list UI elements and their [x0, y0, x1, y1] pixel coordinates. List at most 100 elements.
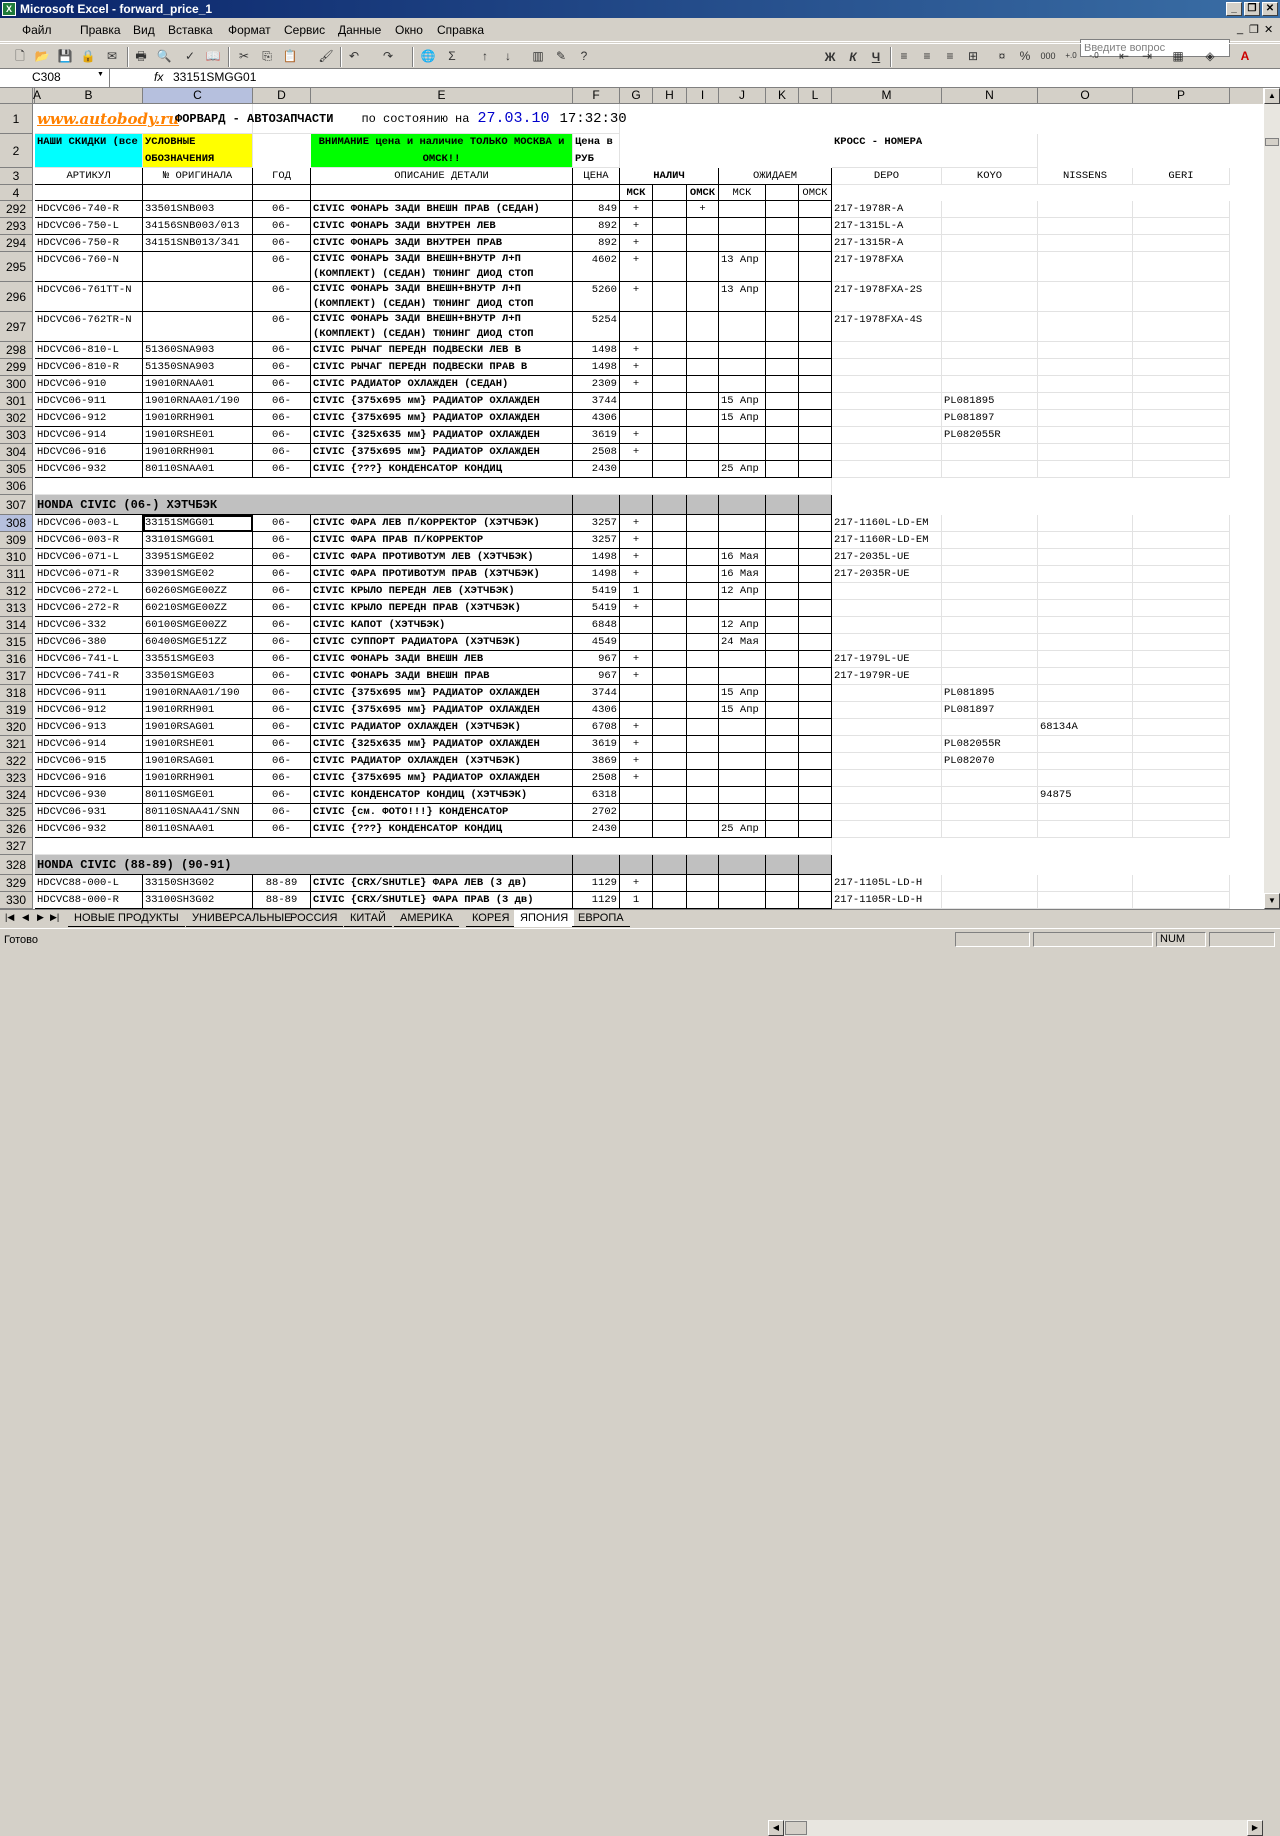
geri-cell[interactable]	[1133, 427, 1230, 444]
worksheet-grid[interactable]: ABCDEFGHIJKLMNOP 1 2 3 4 292 293 294 295 296 297 2…	[0, 88, 1263, 909]
row-header[interactable]: 305	[0, 461, 33, 478]
koyo-cell[interactable]	[942, 600, 1038, 617]
cell[interactable]	[766, 617, 799, 634]
price-cell[interactable]: 5260	[573, 282, 620, 312]
article-cell[interactable]: HDCVC06-911	[35, 685, 143, 702]
description-cell[interactable]: CIVIC {CRX/SHUTLE} ФАРА ПРАВ (3 дв)	[311, 892, 573, 909]
stock-msk-cell[interactable]: +	[620, 218, 653, 235]
stock-omsk-cell[interactable]	[687, 218, 719, 235]
description-cell[interactable]: CIVIC РАДИАТОР ОХЛАЖДЕН (СЕДАН)	[311, 376, 573, 393]
article-cell[interactable]: HDCVC06-916	[35, 770, 143, 787]
price-cell[interactable]: 892	[573, 218, 620, 235]
merge-center-icon[interactable]: ⊞	[965, 48, 981, 64]
stock-msk-cell[interactable]	[620, 461, 653, 478]
cell[interactable]	[799, 461, 832, 478]
geri-cell[interactable]	[1133, 515, 1230, 532]
column-header-p[interactable]: P	[1133, 88, 1230, 104]
menu-data[interactable]: Данные	[338, 23, 381, 37]
depo-cell[interactable]: 217-1978FXA-4S	[832, 312, 942, 342]
scroll-right-icon[interactable]: ▶	[1247, 1820, 1263, 1836]
koyo-cell[interactable]	[942, 787, 1038, 804]
section-header[interactable]: HONDA CIVIC (88-89) (90-91)	[35, 855, 573, 875]
stock-msk-cell[interactable]: +	[620, 875, 653, 892]
year-cell[interactable]: 06-	[253, 719, 311, 736]
excel-app-icon[interactable]: X	[2, 2, 16, 16]
article-cell[interactable]: HDCVC06-912	[35, 702, 143, 719]
row-header[interactable]: 325	[0, 804, 33, 821]
col-price[interactable]: ЦЕНА	[573, 168, 620, 185]
year-cell[interactable]: 06-	[253, 821, 311, 838]
year-cell[interactable]: 06-	[253, 668, 311, 685]
koyo-cell[interactable]	[942, 583, 1038, 600]
row-header[interactable]: 314	[0, 617, 33, 634]
stock-omsk-cell[interactable]	[687, 342, 719, 359]
stock-cell[interactable]	[653, 875, 687, 892]
cell[interactable]	[766, 201, 799, 218]
geri-cell[interactable]	[1133, 461, 1230, 478]
geri-cell[interactable]	[1133, 804, 1230, 821]
italic-button[interactable]: К	[845, 49, 861, 65]
row-header[interactable]: 300	[0, 376, 33, 393]
koyo-cell[interactable]	[942, 549, 1038, 566]
stock-cell[interactable]	[653, 376, 687, 393]
year-cell[interactable]: 06-	[253, 393, 311, 410]
article-cell[interactable]: HDCVC06-910	[35, 376, 143, 393]
year-cell[interactable]: 06-	[253, 787, 311, 804]
koyo-cell[interactable]	[942, 875, 1038, 892]
col-depo[interactable]: DEPO	[832, 168, 942, 185]
cell[interactable]	[766, 634, 799, 651]
geri-cell[interactable]	[1133, 685, 1230, 702]
nissens-cell[interactable]	[1038, 342, 1133, 359]
cell[interactable]	[35, 838, 832, 855]
stock-msk-cell[interactable]: +	[620, 736, 653, 753]
stock-msk-cell[interactable]: +	[620, 651, 653, 668]
price-cell[interactable]: 3619	[573, 736, 620, 753]
article-cell[interactable]: HDCVC06-760-N	[35, 252, 143, 282]
geri-cell[interactable]	[1133, 312, 1230, 342]
depo-cell[interactable]	[832, 359, 942, 376]
price-cell[interactable]: 4602	[573, 252, 620, 282]
article-cell[interactable]: HDCVC06-740-R	[35, 201, 143, 218]
price-cell[interactable]: 1129	[573, 875, 620, 892]
price-cell[interactable]: 5419	[573, 600, 620, 617]
cell[interactable]	[799, 376, 832, 393]
geri-cell[interactable]	[1133, 736, 1230, 753]
stock-msk-cell[interactable]: +	[620, 427, 653, 444]
description-cell[interactable]: CIVIC СУППОРТ РАДИАТОРА (ХЭТЧБЭК)	[311, 634, 573, 651]
cell[interactable]	[253, 185, 311, 201]
nissens-cell[interactable]	[1038, 736, 1133, 753]
print-icon[interactable]: 🖶	[133, 48, 149, 64]
open-icon[interactable]: 📂	[34, 48, 50, 64]
geri-cell[interactable]	[1133, 444, 1230, 461]
koyo-cell[interactable]: PL082055R	[942, 427, 1038, 444]
article-cell[interactable]: HDCVC06-930	[35, 787, 143, 804]
nissens-cell[interactable]	[1038, 201, 1133, 218]
stock-msk-cell[interactable]: +	[620, 668, 653, 685]
stock-msk-cell[interactable]: +	[620, 719, 653, 736]
decrease-indent-icon[interactable]: ⇤	[1116, 48, 1132, 64]
hyperlink-icon[interactable]: 🌐	[420, 48, 436, 64]
expected-date-cell[interactable]: 25 Апр	[719, 821, 766, 838]
cell[interactable]	[799, 359, 832, 376]
align-center-icon[interactable]: ≡	[919, 48, 935, 64]
depo-cell[interactable]	[832, 753, 942, 770]
nissens-cell[interactable]	[1038, 583, 1133, 600]
stock-cell[interactable]	[653, 461, 687, 478]
stock-msk-cell[interactable]: 1	[620, 892, 653, 909]
description-cell[interactable]: CIVIC {???} КОНДЕНСАТОР КОНДИЦ	[311, 821, 573, 838]
year-cell[interactable]: 06-	[253, 252, 311, 282]
expected-date-cell[interactable]: 15 Апр	[719, 393, 766, 410]
stock-omsk-cell[interactable]	[687, 787, 719, 804]
row-header[interactable]: 3	[0, 168, 33, 185]
description-cell[interactable]: CIVIC {375x695 мм} РАДИАТОР ОХЛАЖДЕН	[311, 770, 573, 787]
row-header[interactable]: 313	[0, 600, 33, 617]
cut-icon[interactable]: ✂	[236, 48, 252, 64]
horizontal-scrollbar[interactable]: ◀ ▶	[768, 1820, 1263, 1836]
year-cell[interactable]: 06-	[253, 566, 311, 583]
original-cell[interactable]: 33100SH3G02	[143, 892, 253, 909]
column-header-h[interactable]: H	[653, 88, 687, 104]
cell[interactable]	[799, 566, 832, 583]
price-cell[interactable]: 2430	[573, 821, 620, 838]
koyo-cell[interactable]	[942, 770, 1038, 787]
fill-color-icon[interactable]: ◈	[1202, 48, 1218, 64]
